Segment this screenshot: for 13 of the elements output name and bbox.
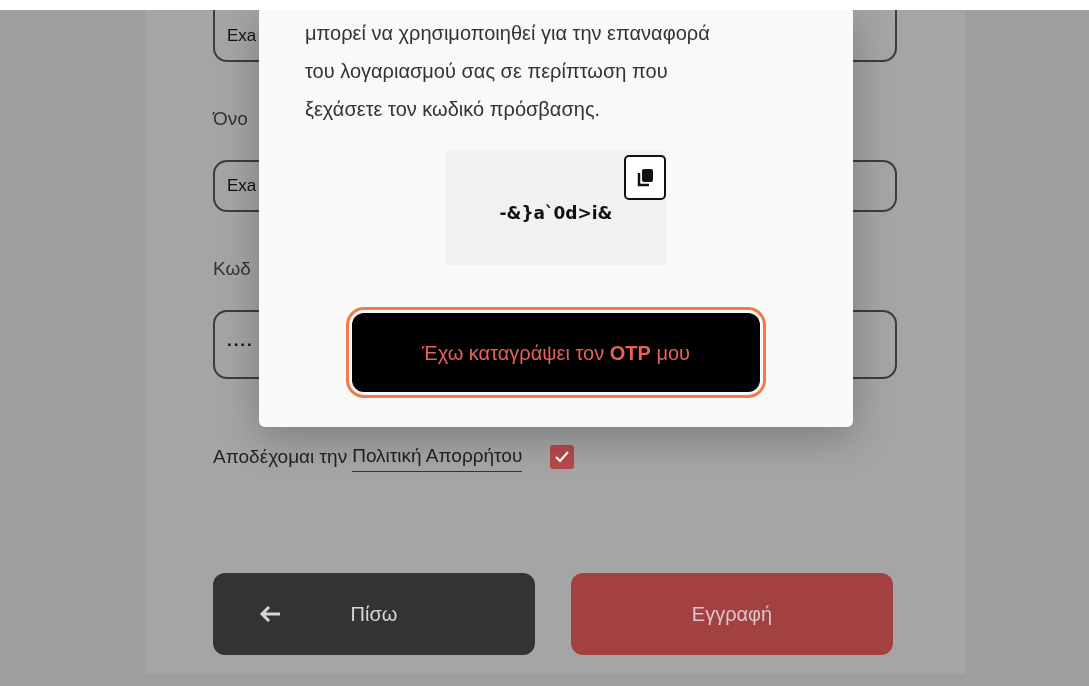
check-icon: [554, 449, 571, 464]
copy-icon: [636, 167, 654, 188]
register-button[interactable]: Εγγραφή: [571, 572, 893, 655]
arrow-left-icon: [259, 604, 281, 623]
privacy-policy-link[interactable]: Πολιτική Απορρήτου: [352, 442, 523, 472]
consent-checkbox[interactable]: [550, 444, 575, 469]
otp-code: -&}a`0d>i&: [499, 201, 613, 225]
field-label: Κωδ: [213, 258, 251, 280]
copy-button[interactable]: [624, 155, 666, 200]
back-button[interactable]: Πίσω: [213, 572, 535, 655]
modal-text: μπορεί να χρησιμοποιηθεί για την επαναφορά του λογαριασμού σας σε περίπτωση που ξεχάσετε τον κωδικό πρόσβασης.: [305, 21, 711, 122]
field-label: Όνο: [213, 108, 248, 130]
consent-text: Αποδέχομαι την: [213, 444, 348, 469]
